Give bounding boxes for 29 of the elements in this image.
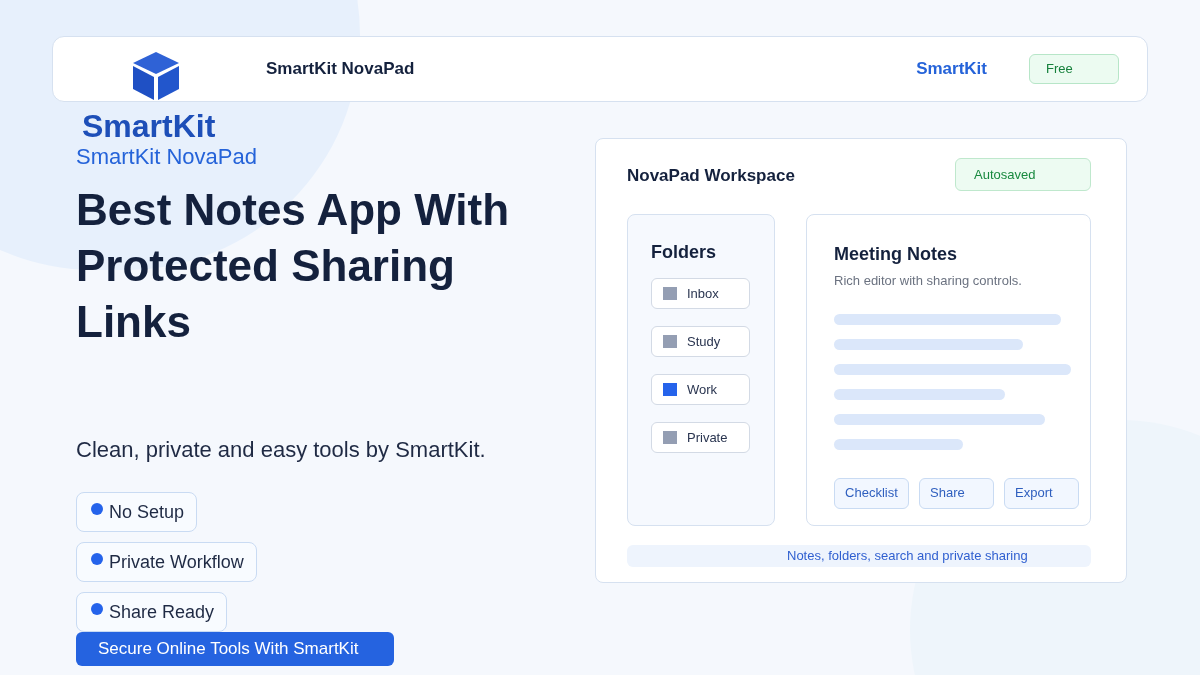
feature-chip: Private Workflow (76, 542, 257, 582)
folder-icon (663, 431, 677, 444)
cta-button[interactable]: Secure Online Tools With SmartKit (76, 632, 394, 666)
product-name: SmartKit NovaPad (76, 144, 258, 170)
folder-item[interactable]: Inbox (651, 278, 750, 309)
app-title: SmartKit NovaPad (266, 58, 415, 81)
action-button[interactable]: Checklist (834, 477, 910, 509)
feature-chip: No Setup (76, 492, 198, 532)
action-button[interactable]: Share (919, 477, 995, 509)
brand-wordmark: SmartKit (82, 108, 217, 144)
note-subtitle: Rich editor with sharing controls. (834, 272, 1023, 290)
note-title: Meeting Notes (834, 243, 959, 265)
status-badge: Autosaved (955, 158, 1091, 191)
workspace-title: NovaPad Workspace (627, 164, 795, 187)
feature-summary-bar: Notes, folders, search and private sharing (627, 545, 1091, 567)
folder-item[interactable]: Work (651, 374, 750, 405)
plan-badge: Free (1029, 54, 1119, 84)
folder-item[interactable]: Private (651, 422, 750, 453)
hero-heading: Best Notes App With Protected Sharing Links (76, 184, 511, 348)
action-button[interactable]: Export (1004, 477, 1080, 509)
folder-item[interactable]: Study (651, 326, 750, 357)
brand-link[interactable]: SmartKit (916, 56, 987, 82)
folder-icon (663, 287, 677, 300)
tagline: Clean, private and easy tools by SmartKit. (76, 436, 487, 464)
feature-chip: Share Ready (76, 592, 228, 632)
folder-icon (663, 335, 677, 348)
cube-icon (131, 50, 181, 102)
folders-title: Folders (651, 241, 717, 263)
folder-icon (663, 383, 677, 396)
